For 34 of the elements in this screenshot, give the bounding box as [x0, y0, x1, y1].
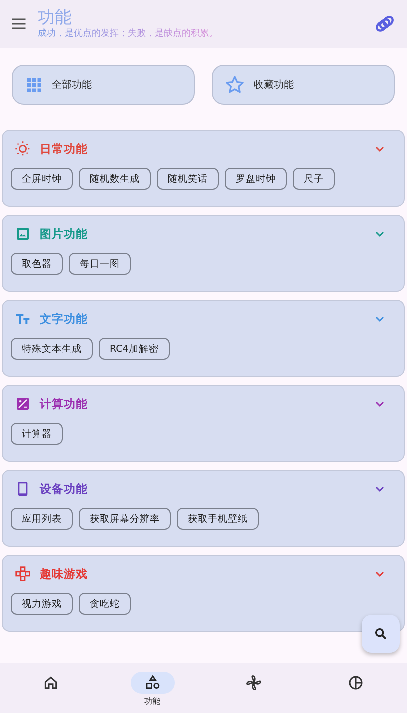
- feature-chip[interactable]: 每日一图: [69, 253, 131, 275]
- category-title: 计算功能: [40, 396, 89, 412]
- feature-chip[interactable]: 取色器: [11, 253, 63, 275]
- feature-chip[interactable]: 获取屏幕分辨率: [79, 508, 171, 530]
- rings-icon: [375, 14, 395, 34]
- feature-chip[interactable]: 计算器: [11, 423, 63, 445]
- feature-chip[interactable]: 尺子: [293, 168, 335, 190]
- all-features-button[interactable]: 全部功能: [12, 65, 195, 105]
- shapes-icon: [144, 675, 161, 691]
- pie-chart-icon: [348, 675, 364, 691]
- feature-chip[interactable]: 获取手机壁纸: [177, 508, 259, 530]
- category-title: 文字功能: [40, 312, 89, 326]
- feature-chip[interactable]: 特殊文本生成: [11, 338, 93, 360]
- search-icon: [374, 627, 388, 641]
- feature-chip[interactable]: 视力游戏: [11, 593, 73, 615]
- category-title: 趣味游戏: [40, 566, 89, 582]
- home-icon: [42, 675, 59, 691]
- feature-chip[interactable]: 随机数生成: [79, 168, 151, 190]
- feature-chip[interactable]: 全屏时钟: [11, 168, 73, 190]
- category-title: 日常功能: [40, 142, 89, 156]
- search-button[interactable]: [362, 615, 400, 653]
- page-title: 功能: [38, 8, 73, 28]
- category-title: 图片功能: [40, 226, 89, 242]
- feature-chip[interactable]: 随机笑话: [157, 168, 219, 190]
- feature-chip[interactable]: 应用列表: [11, 508, 73, 530]
- pinwheel-icon: [246, 675, 262, 691]
- feature-chip[interactable]: 罗盘时钟: [225, 168, 287, 190]
- star-icon: [225, 75, 245, 95]
- nav-tab[interactable]: 功能: [102, 663, 204, 713]
- feature-chip[interactable]: RC4加解密: [99, 338, 170, 360]
- feature-chip[interactable]: 贪吃蛇: [79, 593, 131, 615]
- favorites-button[interactable]: 收藏功能: [212, 65, 395, 105]
- grid-icon: [25, 76, 43, 94]
- category-title: 设备功能: [40, 482, 89, 496]
